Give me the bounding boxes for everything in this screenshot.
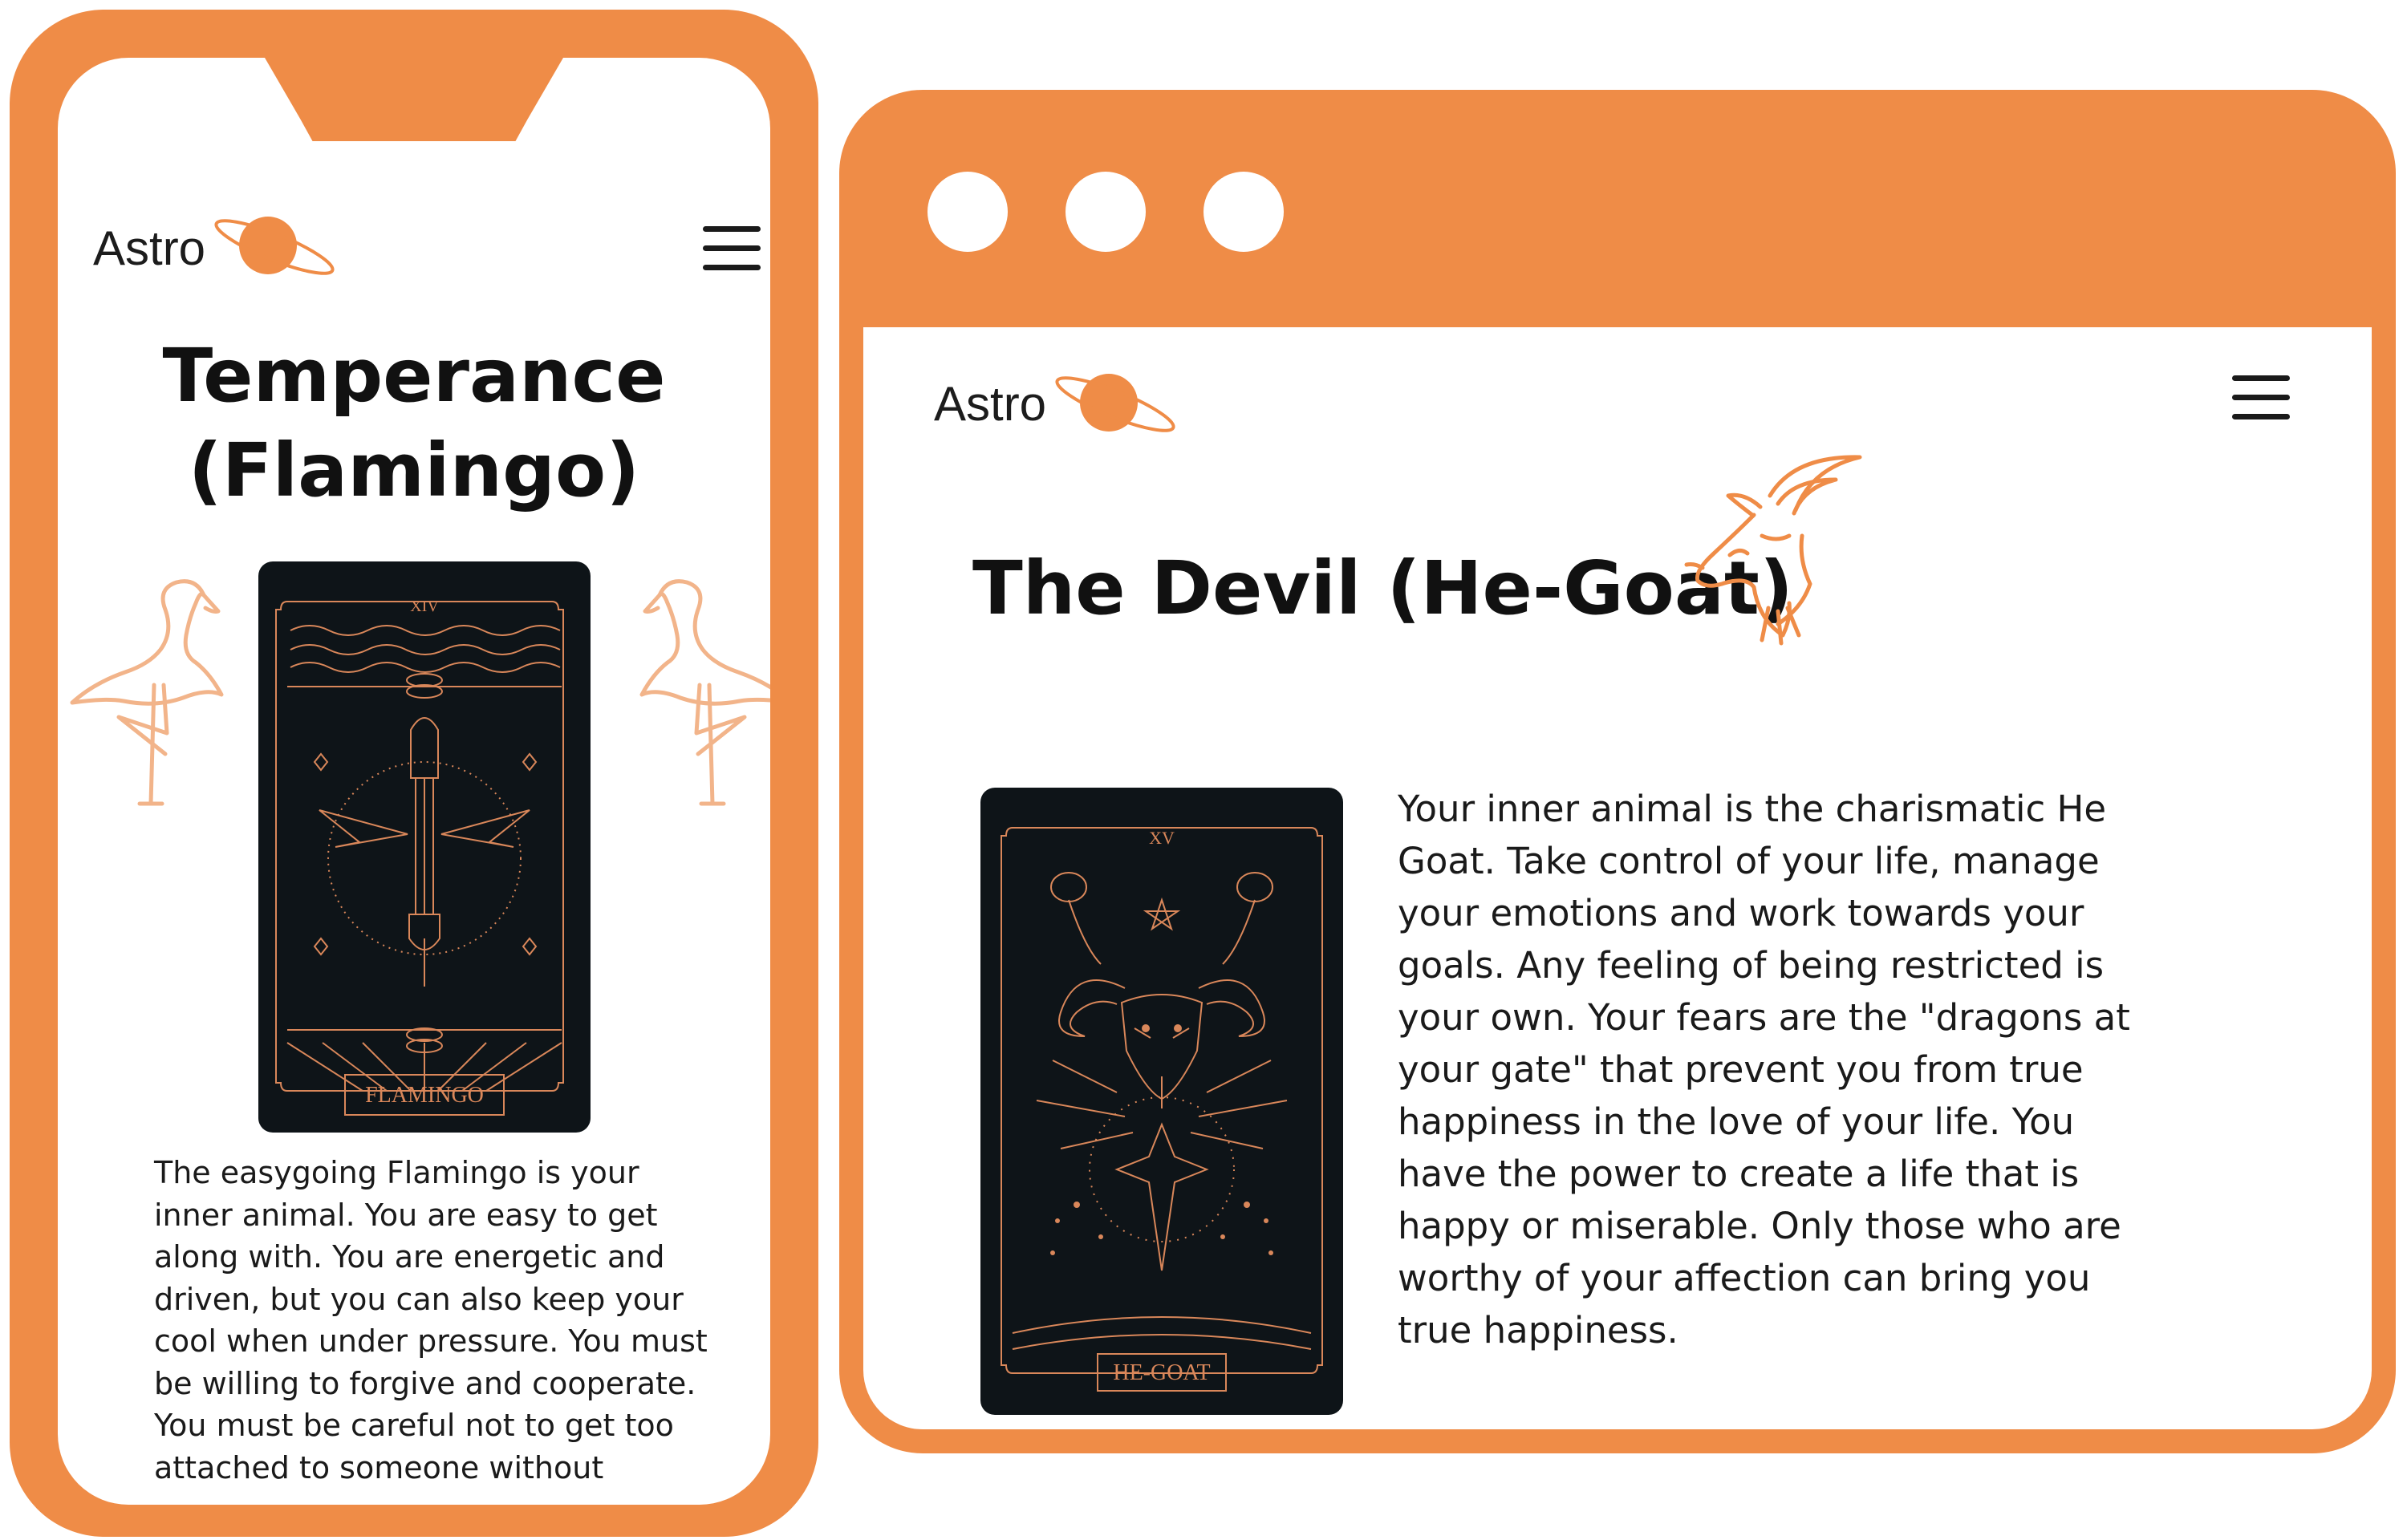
- phone-screen: Astro Temperance (Flamingo) XIV FLAMINGO…: [58, 58, 770, 1505]
- page-title: Temperance (Flamingo): [58, 329, 770, 518]
- logo-text: Astro: [934, 377, 1047, 431]
- tarot-card-he-goat[interactable]: XV HE-GOAT: [980, 788, 1343, 1415]
- flamingo-icon: [639, 579, 770, 806]
- browser-content: Astro The Devil (He-Goat) XV HE-GOAT You…: [863, 327, 2372, 1429]
- card-description: The easygoing Flamingo is your inner ani…: [154, 1155, 708, 1485]
- planet-icon: [214, 217, 335, 275]
- window-dot-2[interactable]: [1065, 172, 1146, 252]
- planet-icon: [1055, 374, 1175, 432]
- card-description: Your inner animal is the charismatic He …: [1398, 788, 2130, 1352]
- menu-button[interactable]: [2232, 375, 2290, 420]
- card-art: XIV FLAMINGO: [275, 598, 564, 1116]
- page-title: The Devil (He-Goat): [972, 545, 1793, 631]
- browser-window: Astro The Devil (He-Goat) XV HE-GOAT You…: [839, 90, 2396, 1453]
- phone-notch: [265, 58, 563, 141]
- window-dot-3[interactable]: [1204, 172, 1284, 252]
- logo-text: Astro: [93, 221, 206, 275]
- card-art: XV HE-GOAT: [1001, 827, 1323, 1392]
- card-numeral: XV: [1149, 828, 1175, 848]
- card-numeral: XIV: [410, 598, 439, 615]
- logo[interactable]: Astro: [934, 374, 1175, 462]
- window-dot-1[interactable]: [927, 172, 1008, 252]
- card-name: HE-GOAT: [1113, 1360, 1210, 1385]
- phone-frame: Astro Temperance (Flamingo) XIV FLAMINGO…: [10, 10, 818, 1537]
- title-line-2: (Flamingo): [188, 428, 640, 513]
- title-line-1: Temperance: [162, 333, 666, 419]
- goat-icon: [1684, 455, 1862, 646]
- flamingo-icon: [70, 579, 224, 806]
- hamburger-icon: [703, 226, 761, 232]
- card-name: FLAMINGO: [365, 1083, 484, 1108]
- logo[interactable]: Astro: [93, 213, 335, 302]
- menu-button[interactable]: [703, 226, 761, 271]
- hamburger-icon: [2232, 375, 2290, 381]
- tarot-card-flamingo[interactable]: XIV FLAMINGO: [258, 561, 591, 1133]
